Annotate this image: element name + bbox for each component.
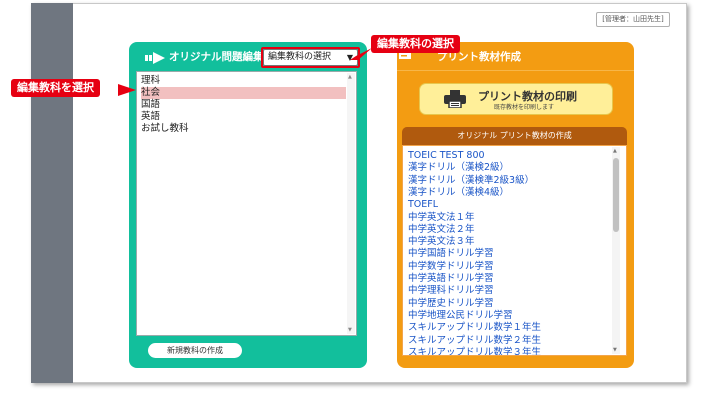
list-item[interactable]: 漢字ドリル（漢検2級） <box>408 162 509 174</box>
list-item[interactable]: 中学英文法３年 <box>408 236 475 248</box>
scrollbar[interactable]: ▲ ▼ <box>347 73 355 334</box>
list-item[interactable]: 中学理科ドリル学習 <box>408 285 494 297</box>
list-item[interactable]: 中学英文法１年 <box>408 212 475 224</box>
scroll-down-icon[interactable]: ▼ <box>348 327 352 333</box>
divider <box>397 70 634 71</box>
subject-list[interactable]: 理科 社会 国語 英語 お試し教科 ▲ ▼ <box>136 71 357 336</box>
scrollbar[interactable]: ▲ ▼ <box>612 147 620 354</box>
list-item[interactable]: 社会 <box>141 87 346 99</box>
admin-user-label: [管理者：山田先生] <box>596 12 670 27</box>
print-button-sublabel: 既存教材を印刷します <box>494 104 555 111</box>
list-item[interactable]: 中学国語ドリル学習 <box>408 248 494 260</box>
printer-icon <box>444 90 466 108</box>
list-item[interactable]: TOEFL <box>408 199 438 211</box>
list-item[interactable]: スキルアップドリル数学２年生 <box>408 335 541 347</box>
callout-select-subject: 編集教科の選択 <box>371 35 460 53</box>
list-item[interactable]: スキルアップドリル数学１年生 <box>408 322 541 334</box>
arrow-right-icon <box>145 52 165 64</box>
list-item[interactable]: 中学地理公民ドリル学習 <box>408 310 513 322</box>
scroll-up-icon[interactable]: ▲ <box>348 74 352 80</box>
panel-title: オリジナル問題編集 <box>169 51 264 63</box>
list-item[interactable]: 国語 <box>141 99 346 111</box>
scroll-thumb[interactable] <box>613 158 619 232</box>
list-item[interactable]: 中学数学ドリル学習 <box>408 261 494 273</box>
list-item[interactable]: 中学英文法２年 <box>408 224 475 236</box>
list-item[interactable]: 中学英語ドリル学習 <box>408 273 494 285</box>
list-item[interactable]: スキルアップドリル数学３年生 <box>408 347 541 355</box>
list-item[interactable]: 中学歴史ドリル学習 <box>408 298 494 310</box>
material-list[interactable]: TOEIC TEST 800 漢字ドリル（漢検2級） 漢字ドリル（漢検準2級3級）漢… <box>402 145 627 356</box>
list-item[interactable]: TOEIC TEST 800 <box>408 150 485 162</box>
sidebar <box>31 3 73 383</box>
list-item[interactable]: 漢字ドリル（漢検準2級3級） <box>408 175 534 187</box>
list-item[interactable]: お試し教科 <box>141 123 346 135</box>
create-material-header: オリジナル プリント教材の作成 <box>402 127 627 145</box>
list-item[interactable]: 漢字ドリル（漢検4級） <box>408 187 509 199</box>
new-subject-button[interactable]: 新規教科の作成 <box>148 343 242 358</box>
list-item[interactable]: 理科 <box>141 75 346 87</box>
scroll-down-icon[interactable]: ▼ <box>613 347 617 353</box>
list-item[interactable]: 英語 <box>141 111 346 123</box>
scroll-up-icon[interactable]: ▲ <box>613 148 617 154</box>
callout-choose-subject: 編集教科を選択 <box>11 79 100 97</box>
highlight-outline <box>261 47 360 68</box>
